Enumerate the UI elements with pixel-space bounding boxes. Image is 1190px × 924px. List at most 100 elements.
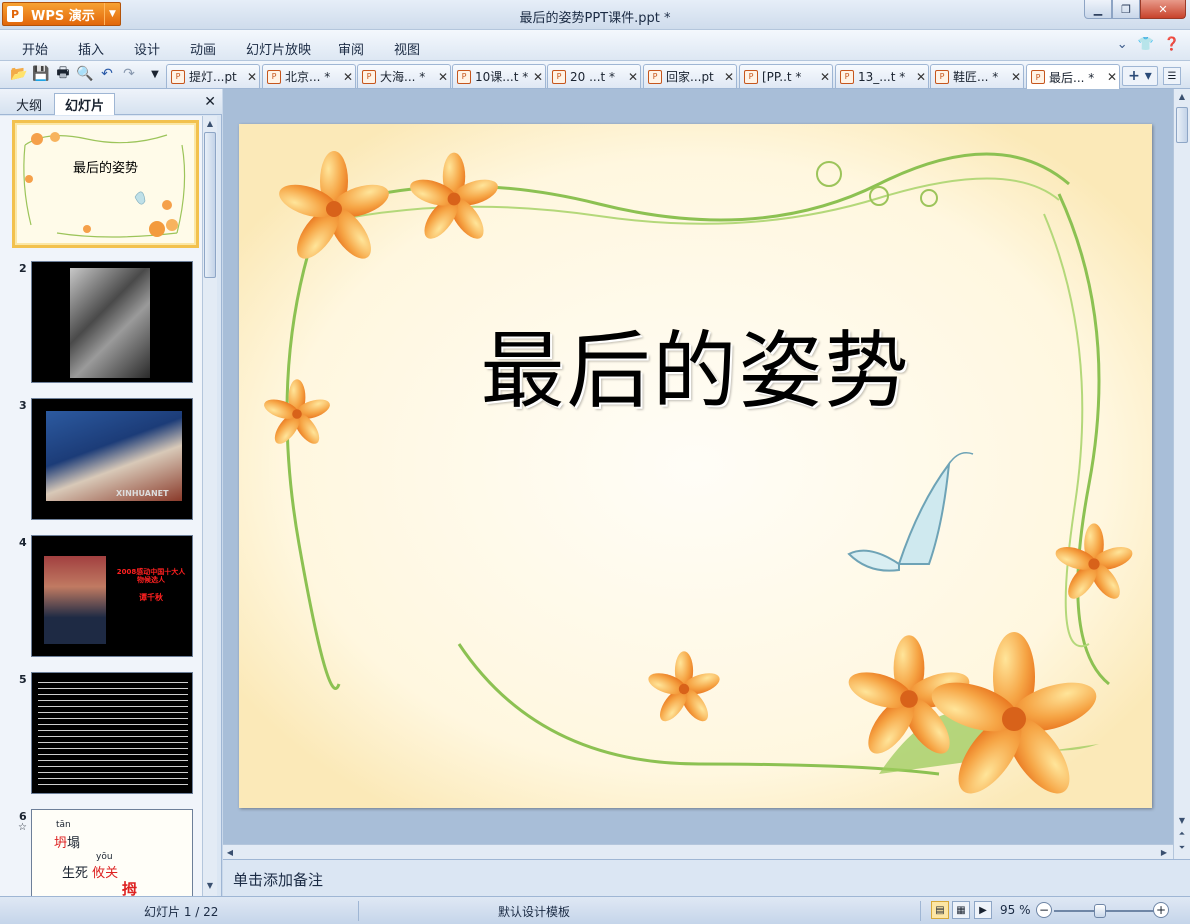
- status-bar: 幻灯片 1 / 22 默认设计模板 ▤ ▦ ▶ 95 % − +: [0, 896, 1190, 924]
- thumbnail-slide-1[interactable]: 最后的姿势: [12, 120, 199, 248]
- ppt-file-icon: P: [362, 69, 376, 84]
- menu-insert[interactable]: 插入: [78, 39, 104, 58]
- ppt-file-icon: P: [648, 69, 662, 84]
- window-title: 最后的姿势PPT课件.ppt *: [519, 11, 671, 26]
- dense-text-placeholder: [38, 679, 188, 789]
- close-tab-icon[interactable]: ✕: [245, 70, 259, 84]
- quick-toolbar: 📂 💾 🖶 🔍 ↶ ↷ ▼ P 提灯...pt ✕ P 北京... * ✕ P …: [0, 61, 1190, 89]
- minimize-button[interactable]: ▁: [1084, 0, 1112, 19]
- close-tab-icon[interactable]: ✕: [818, 70, 832, 84]
- customize-toolbar-icon[interactable]: ▼: [146, 65, 164, 83]
- close-tab-icon[interactable]: ✕: [626, 70, 640, 84]
- menu-slideshow[interactable]: 幻灯片放映: [246, 39, 311, 58]
- photo-placeholder: [46, 411, 182, 501]
- thumbnail-slide-2[interactable]: [31, 261, 193, 383]
- close-tab-icon[interactable]: ✕: [914, 70, 928, 84]
- help-icon[interactable]: ❓: [1164, 37, 1180, 52]
- menu-home[interactable]: 开始: [22, 39, 48, 58]
- skin-icon[interactable]: 👕: [1138, 37, 1154, 52]
- scroll-down-icon[interactable]: ▼: [203, 878, 217, 892]
- save-icon[interactable]: 💾: [32, 65, 50, 83]
- animation-star-icon: ☆: [18, 822, 27, 833]
- scroll-up-icon[interactable]: ▲: [203, 116, 217, 130]
- maximize-button[interactable]: ❐: [1112, 0, 1140, 19]
- print-icon[interactable]: 🖶: [54, 65, 72, 83]
- scrollbar-thumb[interactable]: [204, 132, 216, 278]
- next-slide-icon[interactable]: ⏷: [1175, 841, 1189, 855]
- close-button[interactable]: ✕: [1140, 0, 1186, 19]
- menu-animation[interactable]: 动画: [190, 39, 216, 58]
- scroll-up-icon[interactable]: ▲: [1175, 89, 1189, 103]
- floral-border-icon: [239, 124, 1152, 808]
- portrait-placeholder: [44, 556, 106, 644]
- menu-design[interactable]: 设计: [134, 39, 160, 58]
- scroll-down-icon[interactable]: ▼: [1175, 813, 1189, 827]
- ppt-file-icon: P: [1031, 70, 1045, 84]
- slide-editor: 最后的姿势 ▲ ▼ ⏶ ⏷ ◀ ▶: [223, 89, 1190, 859]
- menu-view[interactable]: 视图: [394, 39, 420, 58]
- doc-tab[interactable]: P 北京... * ✕: [262, 64, 356, 88]
- window-controls: ▁ ❐ ✕: [1084, 0, 1186, 19]
- doc-tab[interactable]: P 鞋匠... * ✕: [930, 64, 1024, 88]
- close-tab-icon[interactable]: ✕: [436, 70, 450, 84]
- doc-tab[interactable]: P 大海... * ✕: [357, 64, 451, 88]
- slide-title[interactable]: 最后的姿势: [239, 304, 1152, 425]
- notes-pane[interactable]: 单击添加备注: [223, 859, 1190, 896]
- panel-tabs: 大纲 幻灯片 ✕: [0, 89, 222, 115]
- zoom-slider-handle[interactable]: [1094, 904, 1106, 918]
- tab-list-icon[interactable]: ☰: [1163, 67, 1181, 85]
- doc-tab-active[interactable]: P 最后... * ✕: [1026, 64, 1120, 89]
- slideshow-icon[interactable]: ▶: [974, 901, 992, 919]
- ppt-file-icon: P: [840, 69, 854, 84]
- divider: [920, 901, 921, 921]
- zoom-out-icon[interactable]: −: [1036, 902, 1052, 918]
- thumbnail-slide-5[interactable]: [31, 672, 193, 794]
- template-name[interactable]: 默认设计模板: [498, 903, 570, 920]
- scroll-right-icon[interactable]: ▶: [1157, 845, 1171, 859]
- print-preview-icon[interactable]: 🔍: [76, 65, 94, 83]
- doc-tab[interactable]: P 13_...t * ✕: [835, 64, 929, 88]
- thumb-number: 2: [19, 262, 27, 275]
- ppt-file-icon: P: [552, 69, 566, 84]
- divider: [358, 901, 359, 921]
- photo-placeholder: [70, 268, 150, 378]
- thumbnail-slide-4[interactable]: 2008感动中国十大人物候选人 谭千秋: [31, 535, 193, 657]
- close-icon[interactable]: ✕: [204, 94, 216, 110]
- panel-scrollbar[interactable]: ▲ ▼: [202, 116, 217, 896]
- thumb-number: 3: [19, 399, 27, 412]
- normal-view-icon[interactable]: ▤: [931, 901, 949, 919]
- scrollbar-thumb[interactable]: [1176, 107, 1188, 143]
- close-tab-icon[interactable]: ✕: [722, 70, 736, 84]
- editor-horizontal-scrollbar[interactable]: ◀ ▶: [223, 844, 1173, 859]
- tab-outline[interactable]: 大纲: [6, 93, 52, 115]
- ppt-file-icon: P: [457, 69, 471, 84]
- ppt-file-icon: P: [267, 69, 281, 84]
- notes-placeholder[interactable]: 单击添加备注: [233, 869, 323, 890]
- close-tab-icon[interactable]: ✕: [1105, 70, 1119, 84]
- doc-tab[interactable]: P 10课...t * ✕: [452, 64, 546, 88]
- ppt-file-icon: P: [744, 69, 758, 84]
- slide-sorter-icon[interactable]: ▦: [952, 901, 970, 919]
- new-tab-button[interactable]: + ▾: [1122, 66, 1158, 86]
- doc-tab[interactable]: P 20 ...t * ✕: [547, 64, 641, 88]
- close-tab-icon[interactable]: ✕: [341, 70, 355, 84]
- doc-tab[interactable]: P [PP..t * ✕: [739, 64, 833, 88]
- menu-review[interactable]: 审阅: [338, 39, 364, 58]
- close-tab-icon[interactable]: ✕: [1009, 70, 1023, 84]
- thumbnail-slide-3[interactable]: XINHUANET: [31, 398, 193, 520]
- slide-canvas[interactable]: 最后的姿势: [239, 124, 1152, 808]
- doc-tab[interactable]: P 回家...pt ✕: [643, 64, 737, 88]
- thumbnail-list: 1 最后的姿势 2 3: [0, 116, 202, 896]
- scroll-left-icon[interactable]: ◀: [223, 845, 237, 859]
- editor-vertical-scrollbar[interactable]: ▲ ▼ ⏶ ⏷: [1173, 89, 1190, 859]
- collapse-ribbon-icon[interactable]: ⌄: [1117, 37, 1128, 52]
- undo-icon[interactable]: ↶: [98, 65, 116, 83]
- prev-slide-icon[interactable]: ⏶: [1175, 827, 1189, 841]
- redo-icon[interactable]: ↷: [120, 65, 138, 83]
- open-icon[interactable]: 📂: [10, 65, 28, 83]
- zoom-in-icon[interactable]: +: [1153, 902, 1169, 918]
- close-tab-icon[interactable]: ✕: [531, 70, 545, 84]
- doc-tab[interactable]: P 提灯...pt ✕: [166, 64, 260, 88]
- tab-slides[interactable]: 幻灯片: [54, 93, 116, 115]
- thumbnail-slide-6[interactable]: tān 坍塌 yōu 生死 攸关 拇: [31, 809, 193, 896]
